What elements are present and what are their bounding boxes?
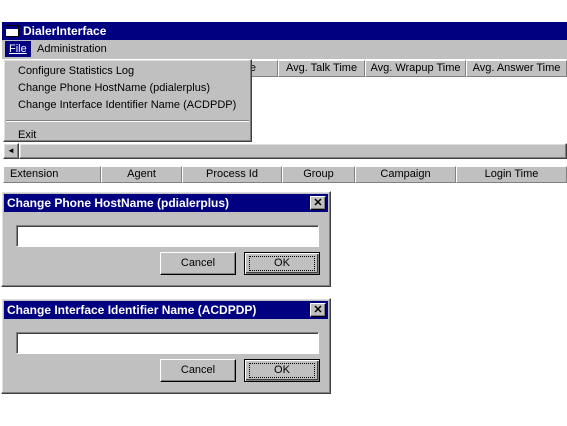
menu-administration[interactable]: Administration	[37, 41, 107, 57]
window-app-icon	[5, 25, 19, 37]
dialog-close-button[interactable]: ✕	[310, 196, 326, 210]
scroll-left-button[interactable]: ◄	[3, 143, 19, 159]
column-header-extension[interactable]: Extension	[3, 166, 101, 183]
column-header-avg-talk-time[interactable]: Avg. Talk Time	[278, 60, 365, 77]
column-header-campaign[interactable]: Campaign	[355, 166, 456, 183]
file-dropdown-menu: Configure Statistics Log Change Phone Ho…	[3, 59, 252, 142]
menu-item-configure-statistics-log[interactable]: Configure Statistics Log	[4, 63, 251, 80]
menu-separator	[6, 120, 249, 122]
arrow-left-icon: ◄	[7, 146, 15, 155]
menu-item-change-interface-identifier[interactable]: Change Interface Identifier Name (ACDPDP…	[4, 97, 251, 114]
column-header-process-id[interactable]: Process Id	[182, 166, 282, 183]
dialog-title: Change Phone HostName (pdialerplus)	[7, 196, 230, 210]
menu-bar: File Administration	[2, 40, 567, 59]
window-title-bar[interactable]: DialerInterface	[2, 22, 567, 40]
dialog-title: Change Interface Identifier Name (ACDPDP…	[7, 303, 257, 317]
close-icon: ✕	[313, 197, 323, 209]
horizontal-scrollbar[interactable]: ◄	[3, 143, 567, 159]
focus-rectangle	[249, 256, 315, 271]
column-header-avg-wrapup-time[interactable]: Avg. Wrapup Time	[365, 60, 466, 77]
dialog-change-phone-hostname: Change Phone HostName (pdialerplus) ✕ Ca…	[1, 191, 331, 287]
dialog-change-interface-identifier: Change Interface Identifier Name (ACDPDP…	[1, 298, 331, 394]
close-icon: ✕	[313, 304, 323, 316]
hostname-input[interactable]	[16, 225, 319, 247]
dialog-close-button[interactable]: ✕	[310, 303, 326, 317]
dialog-title-bar[interactable]: Change Interface Identifier Name (ACDPDP…	[4, 301, 328, 319]
column-header-login-time[interactable]: Login Time	[456, 166, 567, 183]
column-header-group[interactable]: Group	[282, 166, 355, 183]
stats-table-header: Time Avg. Talk Time Avg. Wrapup Time Avg…	[210, 60, 567, 78]
column-header-agent[interactable]: Agent	[101, 166, 182, 183]
column-header-avg-answer-time[interactable]: Avg. Answer Time	[466, 60, 567, 77]
window-title: DialerInterface	[23, 24, 107, 38]
ok-button[interactable]: OK	[244, 252, 320, 275]
menu-item-change-phone-hostname[interactable]: Change Phone HostName (pdialerplus)	[4, 80, 251, 97]
scroll-thumb[interactable]	[19, 143, 567, 159]
menu-file[interactable]: File	[5, 41, 31, 57]
cancel-button[interactable]: Cancel	[160, 252, 236, 275]
agent-table-header: Extension Agent Process Id Group Campaig…	[3, 166, 567, 183]
cancel-button[interactable]: Cancel	[160, 359, 236, 382]
interface-identifier-input[interactable]	[16, 332, 319, 354]
dialog-title-bar[interactable]: Change Phone HostName (pdialerplus) ✕	[4, 194, 328, 212]
focus-rectangle	[249, 363, 315, 378]
menu-item-exit[interactable]: Exit	[4, 127, 251, 144]
ok-button[interactable]: OK	[244, 359, 320, 382]
